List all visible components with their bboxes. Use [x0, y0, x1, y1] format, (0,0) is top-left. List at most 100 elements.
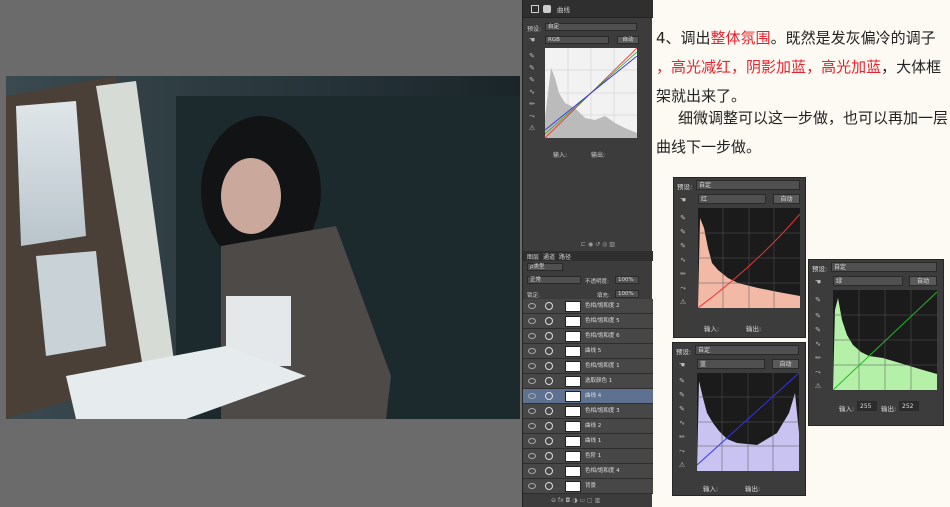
clip-warning-icon[interactable]: ⚠: [813, 382, 823, 391]
preset-select[interactable]: 自定: [831, 262, 937, 272]
eye-icon[interactable]: [528, 303, 536, 309]
curve-point-icon[interactable]: ∿: [527, 88, 537, 97]
reset-icon[interactable]: ↺: [595, 241, 600, 248]
input-value-field[interactable]: 255: [857, 401, 877, 411]
clip-warning-icon[interactable]: ⚠: [678, 298, 688, 307]
fx-icon[interactable]: fx: [558, 497, 564, 504]
pencil-icon[interactable]: ✏: [677, 433, 687, 442]
layer-mask-thumbnail[interactable]: [565, 301, 581, 312]
add-mask-icon[interactable]: ◘: [566, 497, 571, 504]
new-layer-icon[interactable]: ▢: [587, 497, 593, 504]
layer-mask-thumbnail[interactable]: [565, 406, 581, 417]
layer-row[interactable]: 色相/饱和度 6: [523, 329, 653, 344]
layer-row[interactable]: 色相/饱和度 4: [523, 464, 653, 479]
folder-icon[interactable]: ▭: [579, 497, 585, 504]
eye-icon[interactable]: [528, 393, 536, 399]
smooth-icon[interactable]: ⤳: [678, 284, 688, 293]
layer-mask-thumbnail[interactable]: [565, 466, 581, 477]
layer-mask-thumbnail[interactable]: [565, 421, 581, 432]
clip-layer-icon[interactable]: ⊏: [581, 241, 586, 248]
tab-paths[interactable]: 路径: [559, 252, 571, 261]
eyedropper-icon[interactable]: ✎: [813, 296, 823, 305]
layer-row[interactable]: 曲线 1: [523, 434, 653, 449]
eyedropper-icon[interactable]: ✎: [678, 214, 688, 223]
eye-icon[interactable]: [528, 483, 536, 489]
pencil-icon[interactable]: ✏: [813, 354, 823, 363]
layer-row[interactable]: 色阶 1: [523, 449, 653, 464]
channel-select[interactable]: 红: [698, 194, 766, 204]
eyedropper-black-icon[interactable]: ✎: [527, 52, 537, 61]
eyedropper-icon[interactable]: ✎: [813, 312, 823, 321]
visibility-icon[interactable]: ◎: [602, 241, 607, 248]
eyedropper-icon[interactable]: ✎: [677, 405, 687, 414]
auto-button[interactable]: 自动: [772, 359, 799, 369]
layer-filter-select[interactable]: ρ类型: [527, 263, 563, 271]
hand-adjust-icon[interactable]: ☚: [677, 361, 687, 370]
curve-point-icon[interactable]: ∿: [813, 340, 823, 349]
tab-layers[interactable]: 图层: [527, 252, 539, 261]
eye-icon[interactable]: [528, 333, 536, 339]
eyedropper-icon[interactable]: ✎: [677, 391, 687, 400]
smooth-icon[interactable]: ⤳: [677, 447, 687, 456]
fill-input[interactable]: 100%: [615, 290, 639, 298]
eyedropper-icon[interactable]: ✎: [677, 377, 687, 386]
eye-icon[interactable]: [528, 378, 536, 384]
layer-row[interactable]: 色相/饱和度 1: [523, 359, 653, 374]
output-value-field[interactable]: 252: [899, 401, 919, 411]
eyedropper-white-icon[interactable]: ✎: [527, 76, 537, 85]
layer-mask-thumbnail[interactable]: [565, 316, 581, 327]
curve-point-icon[interactable]: ∿: [677, 419, 687, 428]
smooth-icon[interactable]: ⤳: [527, 112, 537, 121]
channel-select[interactable]: 绿: [833, 276, 903, 286]
eye-icon[interactable]: [528, 468, 536, 474]
layer-mask-thumbnail[interactable]: [565, 436, 581, 447]
hand-adjust-icon[interactable]: ☚: [678, 196, 688, 205]
eyedropper-icon[interactable]: ✎: [678, 242, 688, 251]
curves-graph-green[interactable]: [832, 290, 938, 391]
opacity-input[interactable]: 100%: [615, 276, 639, 284]
curve-point-icon[interactable]: ∿: [678, 256, 688, 265]
curves-graph-red[interactable]: [697, 208, 801, 309]
layer-row[interactable]: 选取颜色 1: [523, 374, 653, 389]
layer-mask-thumbnail[interactable]: [565, 481, 581, 492]
curves-graph-blue[interactable]: [696, 372, 800, 471]
view-previous-icon[interactable]: ◉: [588, 241, 593, 248]
preset-select[interactable]: 自定: [696, 180, 800, 190]
hand-adjust-icon[interactable]: ☚: [813, 278, 823, 287]
eye-icon[interactable]: [528, 363, 536, 369]
layer-mask-thumbnail[interactable]: [565, 391, 581, 402]
link-icon[interactable]: ⊖: [551, 497, 556, 504]
eye-icon[interactable]: [528, 408, 536, 414]
pencil-icon[interactable]: ✏: [678, 270, 688, 279]
eyedropper-icon[interactable]: ✎: [813, 326, 823, 335]
layer-mask-thumbnail[interactable]: [565, 346, 581, 357]
clip-warning-icon[interactable]: ⚠: [677, 461, 687, 470]
layer-row[interactable]: 曲线 5: [523, 344, 653, 359]
layer-row[interactable]: 色相/饱和度 2: [523, 299, 653, 314]
eye-icon[interactable]: [528, 348, 536, 354]
eye-icon[interactable]: [528, 318, 536, 324]
layer-row[interactable]: 色相/饱和度 3: [523, 404, 653, 419]
layer-mask-thumbnail[interactable]: [565, 361, 581, 372]
eye-icon[interactable]: [528, 438, 536, 444]
eyedropper-icon[interactable]: ✎: [678, 228, 688, 237]
layer-row[interactable]: 曲线 4: [523, 389, 653, 404]
pencil-icon[interactable]: ✏: [527, 100, 537, 109]
new-adjustment-icon[interactable]: ◑: [572, 497, 577, 504]
layer-mask-thumbnail[interactable]: [565, 376, 581, 387]
curves-graph[interactable]: [544, 47, 638, 139]
preset-select[interactable]: 自定: [695, 345, 799, 355]
eye-icon[interactable]: [528, 423, 536, 429]
layer-row[interactable]: 背景: [523, 479, 653, 494]
auto-button[interactable]: 自动: [617, 36, 639, 44]
layer-mask-thumbnail[interactable]: [565, 331, 581, 342]
preset-select[interactable]: 自定: [545, 23, 637, 31]
eyedropper-gray-icon[interactable]: ✎: [527, 64, 537, 73]
auto-button[interactable]: 自动: [773, 194, 800, 204]
smooth-icon[interactable]: ⤳: [813, 368, 823, 377]
trash-icon[interactable]: ▥: [609, 241, 615, 248]
tab-channels[interactable]: 通道: [543, 252, 555, 261]
auto-button[interactable]: 自动: [909, 276, 937, 286]
clip-warning-icon[interactable]: ⚠: [527, 124, 537, 133]
layer-row[interactable]: 曲线 2: [523, 419, 653, 434]
